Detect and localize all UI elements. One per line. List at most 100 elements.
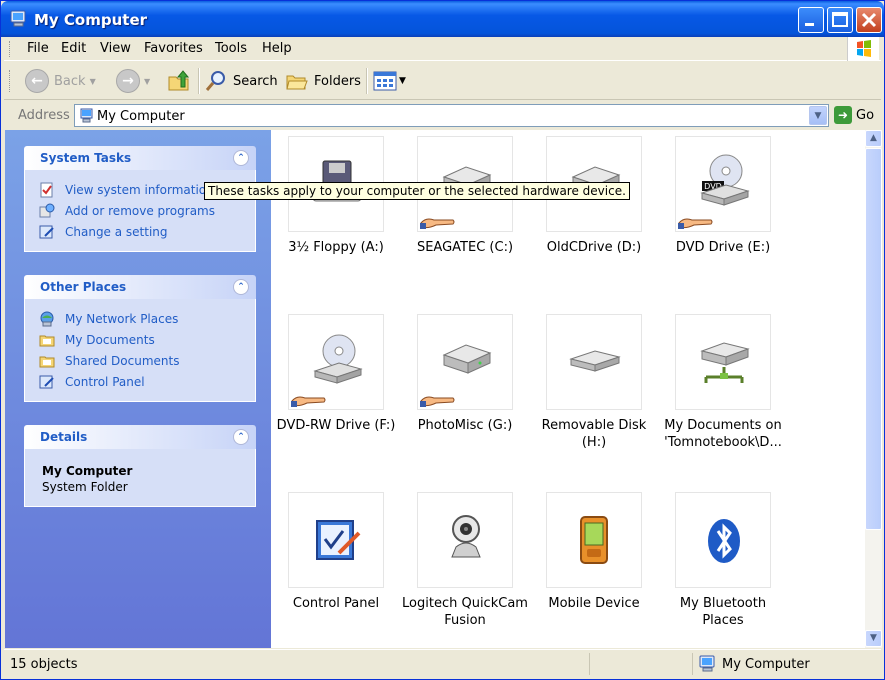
details-name: My Computer	[42, 464, 133, 478]
views-button[interactable]: ▼	[373, 68, 406, 94]
toolbar-separator-2	[366, 68, 368, 94]
drive-item-removable-h[interactable]: Removable Disk (H:)	[529, 314, 659, 451]
address-value: My Computer	[97, 109, 185, 124]
toolbar-separator	[198, 68, 200, 94]
item-label: PhotoMisc (G:)	[417, 418, 513, 433]
item-label: DVD-RW Drive (F:)	[276, 418, 396, 433]
close-button[interactable]	[856, 7, 882, 33]
collapse-chevron-icon[interactable]: ⌃	[233, 429, 249, 445]
status-location: My Computer	[698, 655, 810, 673]
item-my-bluetooth-places[interactable]: My Bluetooth Places	[658, 492, 788, 629]
go-label: Go	[856, 107, 875, 123]
details-panel: Details ⌃ My Computer System Folder	[24, 425, 256, 507]
details-title: Details	[40, 430, 88, 444]
task-pane: System Tasks ⌃ View system information A…	[5, 130, 271, 648]
item-logitech-quickcam[interactable]: Logitech QuickCam Fusion	[400, 492, 530, 629]
mobile-device-icon	[546, 492, 642, 588]
maximize-button[interactable]	[827, 7, 853, 33]
shared-hand-icon	[420, 396, 455, 407]
tooltip: These tasks apply to your computer or th…	[204, 182, 630, 200]
toolbar-grip[interactable]	[9, 70, 12, 92]
shared-documents-icon	[39, 356, 55, 367]
menu-file[interactable]: File	[27, 41, 49, 56]
system-information-icon	[40, 182, 53, 197]
my-computer-window: My Computer File Edit View Favorites Too…	[0, 0, 885, 680]
dvd-drive-icon: DVD	[675, 136, 771, 232]
go-arrow-icon: ➜	[834, 106, 852, 124]
back-button[interactable]: ← Back ▼	[25, 68, 96, 94]
system-tasks-header[interactable]: System Tasks ⌃	[24, 146, 256, 170]
window-title: My Computer	[34, 11, 148, 29]
control-panel-small-icon	[39, 375, 54, 388]
forward-dropdown-icon[interactable]: ▼	[144, 77, 150, 86]
control-panel-icon	[288, 492, 384, 588]
menu-help[interactable]: Help	[262, 41, 292, 56]
status-location-label: My Computer	[722, 656, 810, 672]
drive-item-dvdrw-f[interactable]: DVD-RW Drive (F:)	[271, 314, 401, 434]
item-label: OldCDrive (D:)	[546, 240, 642, 255]
search-button[interactable]: Search	[204, 68, 278, 94]
folders-button[interactable]: Folders	[285, 68, 361, 94]
other-places-title: Other Places	[40, 280, 127, 294]
removable-disk-icon	[546, 314, 642, 410]
windows-flag-icon	[857, 40, 871, 57]
windows-logo	[847, 37, 879, 61]
back-dropdown-icon[interactable]: ▼	[90, 77, 96, 86]
dvd-drive-icon	[288, 314, 384, 410]
task-change-setting[interactable]: Change a setting	[39, 221, 255, 242]
close-icon	[861, 12, 877, 28]
up-folder-icon	[168, 70, 190, 91]
place-label: Shared Documents	[65, 353, 180, 368]
menu-edit[interactable]: Edit	[61, 41, 86, 56]
collapse-chevron-icon[interactable]: ⌃	[233, 279, 249, 295]
my-computer-status-icon	[699, 655, 715, 672]
menu-grip[interactable]	[9, 41, 12, 57]
task-label: Change a setting	[65, 224, 168, 239]
drive-item-photomisc-g[interactable]: PhotoMisc (G:)	[400, 314, 530, 434]
item-mobile-device[interactable]: Mobile Device	[529, 492, 659, 612]
menu-favorites[interactable]: Favorites	[144, 41, 203, 56]
webcam-icon	[417, 492, 513, 588]
item-control-panel[interactable]: Control Panel	[271, 492, 401, 612]
task-add-remove-programs[interactable]: Add or remove programs	[39, 200, 255, 221]
forward-button[interactable]: → ▼	[116, 68, 150, 94]
scroll-up-button[interactable]: ▲	[865, 130, 882, 147]
scroll-down-button[interactable]: ▼	[865, 630, 882, 647]
menu-tools[interactable]: Tools	[215, 41, 247, 56]
other-places-header[interactable]: Other Places ⌃	[24, 275, 256, 299]
minimize-button[interactable]	[798, 7, 824, 33]
scroll-thumb[interactable]	[865, 148, 882, 530]
menu-view[interactable]: View	[100, 41, 131, 56]
other-places-body: My Network Places My Documents Shared Do…	[24, 299, 256, 402]
item-label: My Documents on 'Tomnotebook\D...	[664, 418, 782, 450]
back-arrow-icon: ←	[25, 69, 49, 93]
place-my-network-places[interactable]: My Network Places	[39, 308, 255, 329]
title-bar[interactable]: My Computer	[1, 1, 884, 37]
vertical-scrollbar[interactable]: ▲ ▼	[865, 130, 882, 648]
place-shared-documents[interactable]: Shared Documents	[39, 350, 255, 371]
views-icon	[373, 71, 397, 91]
network-drive-icon	[675, 314, 771, 410]
change-setting-icon	[39, 225, 54, 238]
bluetooth-icon	[675, 492, 771, 588]
place-control-panel[interactable]: Control Panel	[39, 371, 255, 392]
address-field[interactable]: My Computer ▼	[74, 104, 829, 127]
shared-hand-icon	[420, 218, 455, 229]
place-label: My Documents	[65, 332, 155, 347]
go-button[interactable]: ➜ Go	[834, 106, 874, 124]
forward-arrow-icon: →	[116, 69, 140, 93]
status-object-count: 15 objects	[10, 657, 78, 672]
item-label: 3½ Floppy (A:)	[288, 240, 384, 255]
collapse-chevron-icon[interactable]: ⌃	[233, 150, 249, 166]
details-header[interactable]: Details ⌃	[24, 425, 256, 449]
address-dropdown-button[interactable]: ▼	[809, 106, 827, 125]
up-folder-button[interactable]	[167, 68, 191, 94]
status-divider	[589, 653, 590, 675]
drive-item-dvd-e[interactable]: DVD DVD Drive (E:)	[658, 136, 788, 256]
standard-toolbar: ← Back ▼ → ▼ Search Folders ▼	[4, 62, 881, 100]
place-my-documents[interactable]: My Documents	[39, 329, 255, 350]
item-label: Control Panel	[292, 596, 380, 611]
folders-label: Folders	[314, 73, 361, 89]
network-drive-item-my-documents[interactable]: My Documents on 'Tomnotebook\D...	[658, 314, 788, 451]
network-places-icon	[40, 311, 54, 326]
